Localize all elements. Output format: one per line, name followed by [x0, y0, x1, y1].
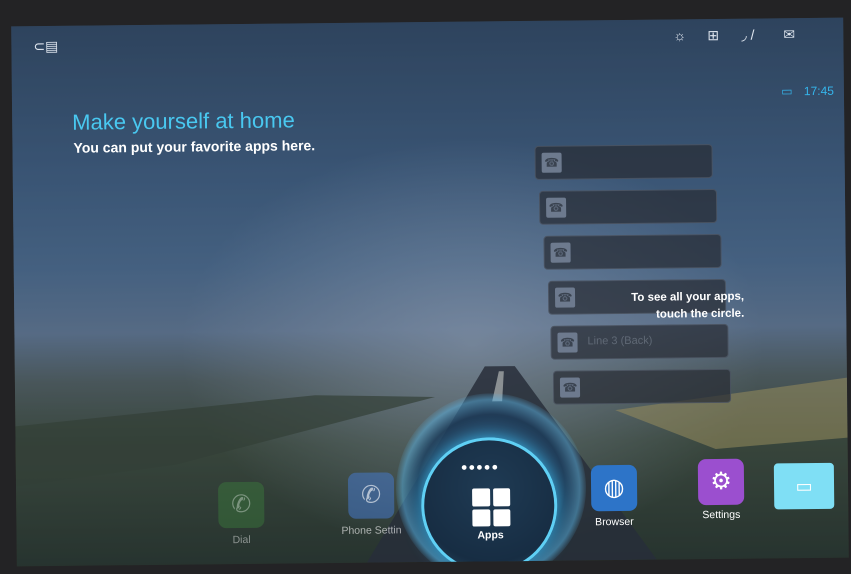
network-icon[interactable]: ⊞ [707, 27, 719, 44]
apps-grid-icon[interactable] [472, 488, 511, 527]
phone-icon: ✆ [231, 490, 252, 519]
phone-icon: ☎ [550, 242, 571, 263]
monitor-icon: ▭ [781, 84, 793, 99]
signal-icon[interactable]: ◞ / [741, 27, 754, 44]
phone-icon: ☎ [554, 287, 576, 308]
dial-app[interactable]: ✆ [217, 481, 265, 529]
browser-label: Browser [595, 515, 634, 529]
brightness-icon[interactable]: ☼ [673, 27, 686, 43]
favorite-slot-6[interactable]: ☎ [552, 368, 732, 405]
dial-label: Dial [232, 533, 251, 547]
welcome-title: Make yourself at home [72, 107, 295, 135]
settings-app[interactable]: ⚙ [697, 458, 745, 506]
browser-app[interactable]: ◍ [590, 464, 638, 512]
phone-settings-app[interactable]: ✆ [347, 472, 395, 519]
phone-icon: ☎ [559, 377, 581, 398]
home-screen: ⊂▤ ☼ ⊞ ◞ / ✉ ▭ 17:45 Make yourself at ho… [11, 17, 849, 567]
favorite-slot-1[interactable]: ☎ [534, 144, 713, 180]
phone-settings-label: Phone Settin [341, 524, 402, 537]
favorite-slot-2[interactable]: ☎ [538, 188, 718, 225]
favorite-slot-5[interactable]: ☎ Line 3 (Back) [550, 323, 729, 360]
settings-label: Settings [702, 508, 741, 522]
page-dots: ●●●●● [460, 461, 500, 474]
apps-hint: To see all your apps, touch the circle. [574, 289, 744, 325]
globe-icon: ◍ [603, 473, 625, 502]
phone-icon: ☎ [557, 332, 578, 353]
envelope-icon: ▭ [795, 476, 813, 497]
apps-label: Apps [477, 529, 504, 542]
favorite-slot-label: Line 3 (Back) [587, 334, 653, 348]
hint-line-2: touch the circle. [655, 307, 745, 321]
hint-line-1: To see all your apps, [631, 290, 745, 304]
clock: 17:45 [803, 83, 834, 99]
phone-icon: ☎ [546, 197, 567, 218]
favorite-slot-3[interactable]: ☎ [543, 233, 722, 270]
mail-icon[interactable]: ✉ [783, 26, 795, 43]
phone-icon: ☎ [541, 152, 562, 173]
usb-icon: ⊂▤ [33, 37, 59, 55]
status-clock-row: ▭ 17:45 [773, 84, 834, 99]
gear-icon: ⚙ [710, 467, 732, 496]
phone-settings-icon: ✆ [360, 481, 382, 509]
mail-tile[interactable]: ▭ [773, 462, 835, 510]
welcome-subtitle: You can put your favorite apps here. [73, 137, 316, 156]
